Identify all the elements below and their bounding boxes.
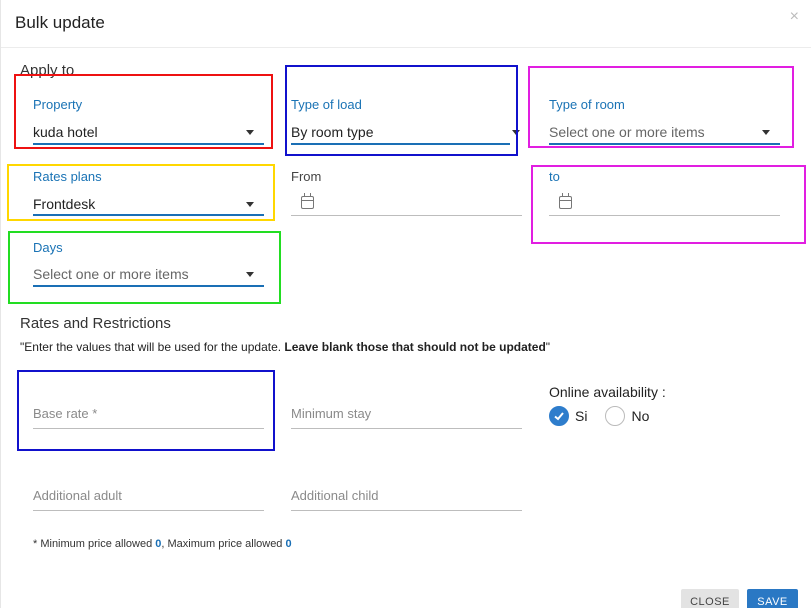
calendar-icon — [301, 192, 314, 209]
save-button[interactable]: SAVE — [747, 589, 798, 608]
additional-child-input[interactable]: Additional child — [291, 487, 522, 511]
type-of-load-value: By room type — [291, 124, 374, 140]
additional-adult-placeholder: Additional adult — [33, 488, 122, 503]
bulk-update-dialog: Bulk update × Apply to Property kuda hot… — [0, 0, 811, 608]
minimum-stay-placeholder: Minimum stay — [291, 406, 372, 421]
type-of-room-select[interactable]: Type of room Select one or more items — [549, 97, 780, 145]
max-price-value: 0 — [285, 538, 292, 550]
rate-plans-label: Rates plans — [33, 169, 102, 184]
calendar-icon — [559, 192, 572, 209]
type-of-load-label: Type of load — [291, 97, 362, 112]
days-select[interactable]: Days Select one or more items — [33, 240, 264, 287]
property-label: Property — [33, 97, 83, 112]
base-rate-input[interactable]: Base rate * — [33, 405, 264, 429]
chevron-down-icon — [246, 129, 254, 135]
from-underline — [291, 215, 522, 216]
property-underline — [33, 143, 264, 145]
to-label: to — [549, 169, 560, 184]
close-icon[interactable]: × — [790, 8, 799, 26]
days-placeholder: Select one or more items — [33, 266, 189, 282]
property-select[interactable]: Property kuda hotel — [33, 97, 264, 145]
days-label: Days — [33, 240, 63, 255]
note-text: "Enter the values that will be used for … — [20, 340, 285, 354]
type-of-load-underline — [291, 143, 510, 145]
from-date-field[interactable]: From — [291, 169, 522, 216]
additional-adult-underline — [33, 510, 264, 511]
radio-si-label[interactable]: Si — [575, 408, 587, 424]
days-underline — [33, 285, 264, 287]
chevron-down-icon — [246, 271, 254, 277]
instruction-note: "Enter the values that will be used for … — [20, 340, 550, 354]
rate-plans-select[interactable]: Rates plans Frontdesk — [33, 169, 264, 216]
type-of-room-label: Type of room — [549, 97, 625, 112]
radio-si[interactable] — [549, 406, 569, 426]
online-availability-label: Online availability : — [549, 384, 666, 400]
note-bold-text: Leave blank those that should not be upd… — [284, 340, 546, 354]
type-of-room-control[interactable]: Select one or more items — [549, 121, 780, 143]
rates-restrictions-heading: Rates and Restrictions — [20, 315, 171, 332]
from-date-control[interactable] — [291, 191, 522, 213]
minimum-stay-input[interactable]: Minimum stay — [291, 405, 522, 429]
type-of-room-placeholder: Select one or more items — [549, 124, 705, 140]
apply-to-heading: Apply to — [20, 62, 75, 79]
header-divider — [1, 47, 811, 48]
note-quote: " — [545, 340, 551, 354]
price-limits-footnote: * Minimum price allowed 0, Maximum price… — [33, 538, 292, 550]
from-label: From — [291, 169, 322, 184]
radio-no[interactable] — [605, 406, 626, 426]
additional-adult-input[interactable]: Additional adult — [33, 487, 264, 511]
additional-child-underline — [291, 510, 522, 511]
chevron-down-icon — [246, 201, 254, 207]
to-date-control[interactable] — [549, 191, 780, 213]
type-of-load-select[interactable]: Type of load By room type — [291, 97, 522, 145]
online-availability-radio-group: Si No — [549, 406, 667, 426]
type-of-load-control[interactable]: By room type — [291, 121, 522, 143]
rate-plans-underline — [33, 214, 264, 216]
to-underline — [549, 215, 780, 216]
days-control[interactable]: Select one or more items — [33, 263, 264, 285]
property-value: kuda hotel — [33, 124, 98, 140]
additional-child-placeholder: Additional child — [291, 488, 379, 503]
min-price-text: * Minimum price allowed — [33, 538, 156, 550]
base-rate-placeholder: Base rate * — [33, 406, 98, 421]
max-price-text: , Maximum price allowed — [161, 538, 286, 550]
rate-plans-control[interactable]: Frontdesk — [33, 193, 264, 215]
to-date-field[interactable]: to — [549, 169, 780, 216]
rate-plans-value: Frontdesk — [33, 196, 96, 212]
chevron-down-icon — [512, 129, 520, 135]
chevron-down-icon — [762, 129, 770, 135]
property-control[interactable]: kuda hotel — [33, 121, 264, 143]
type-of-room-underline — [549, 143, 780, 145]
close-button[interactable]: CLOSE — [681, 589, 739, 608]
base-rate-underline — [33, 428, 264, 429]
dialog-title: Bulk update — [15, 13, 105, 32]
minimum-stay-underline — [291, 428, 522, 429]
checkmark-icon — [554, 412, 564, 421]
radio-no-label[interactable]: No — [631, 408, 649, 424]
